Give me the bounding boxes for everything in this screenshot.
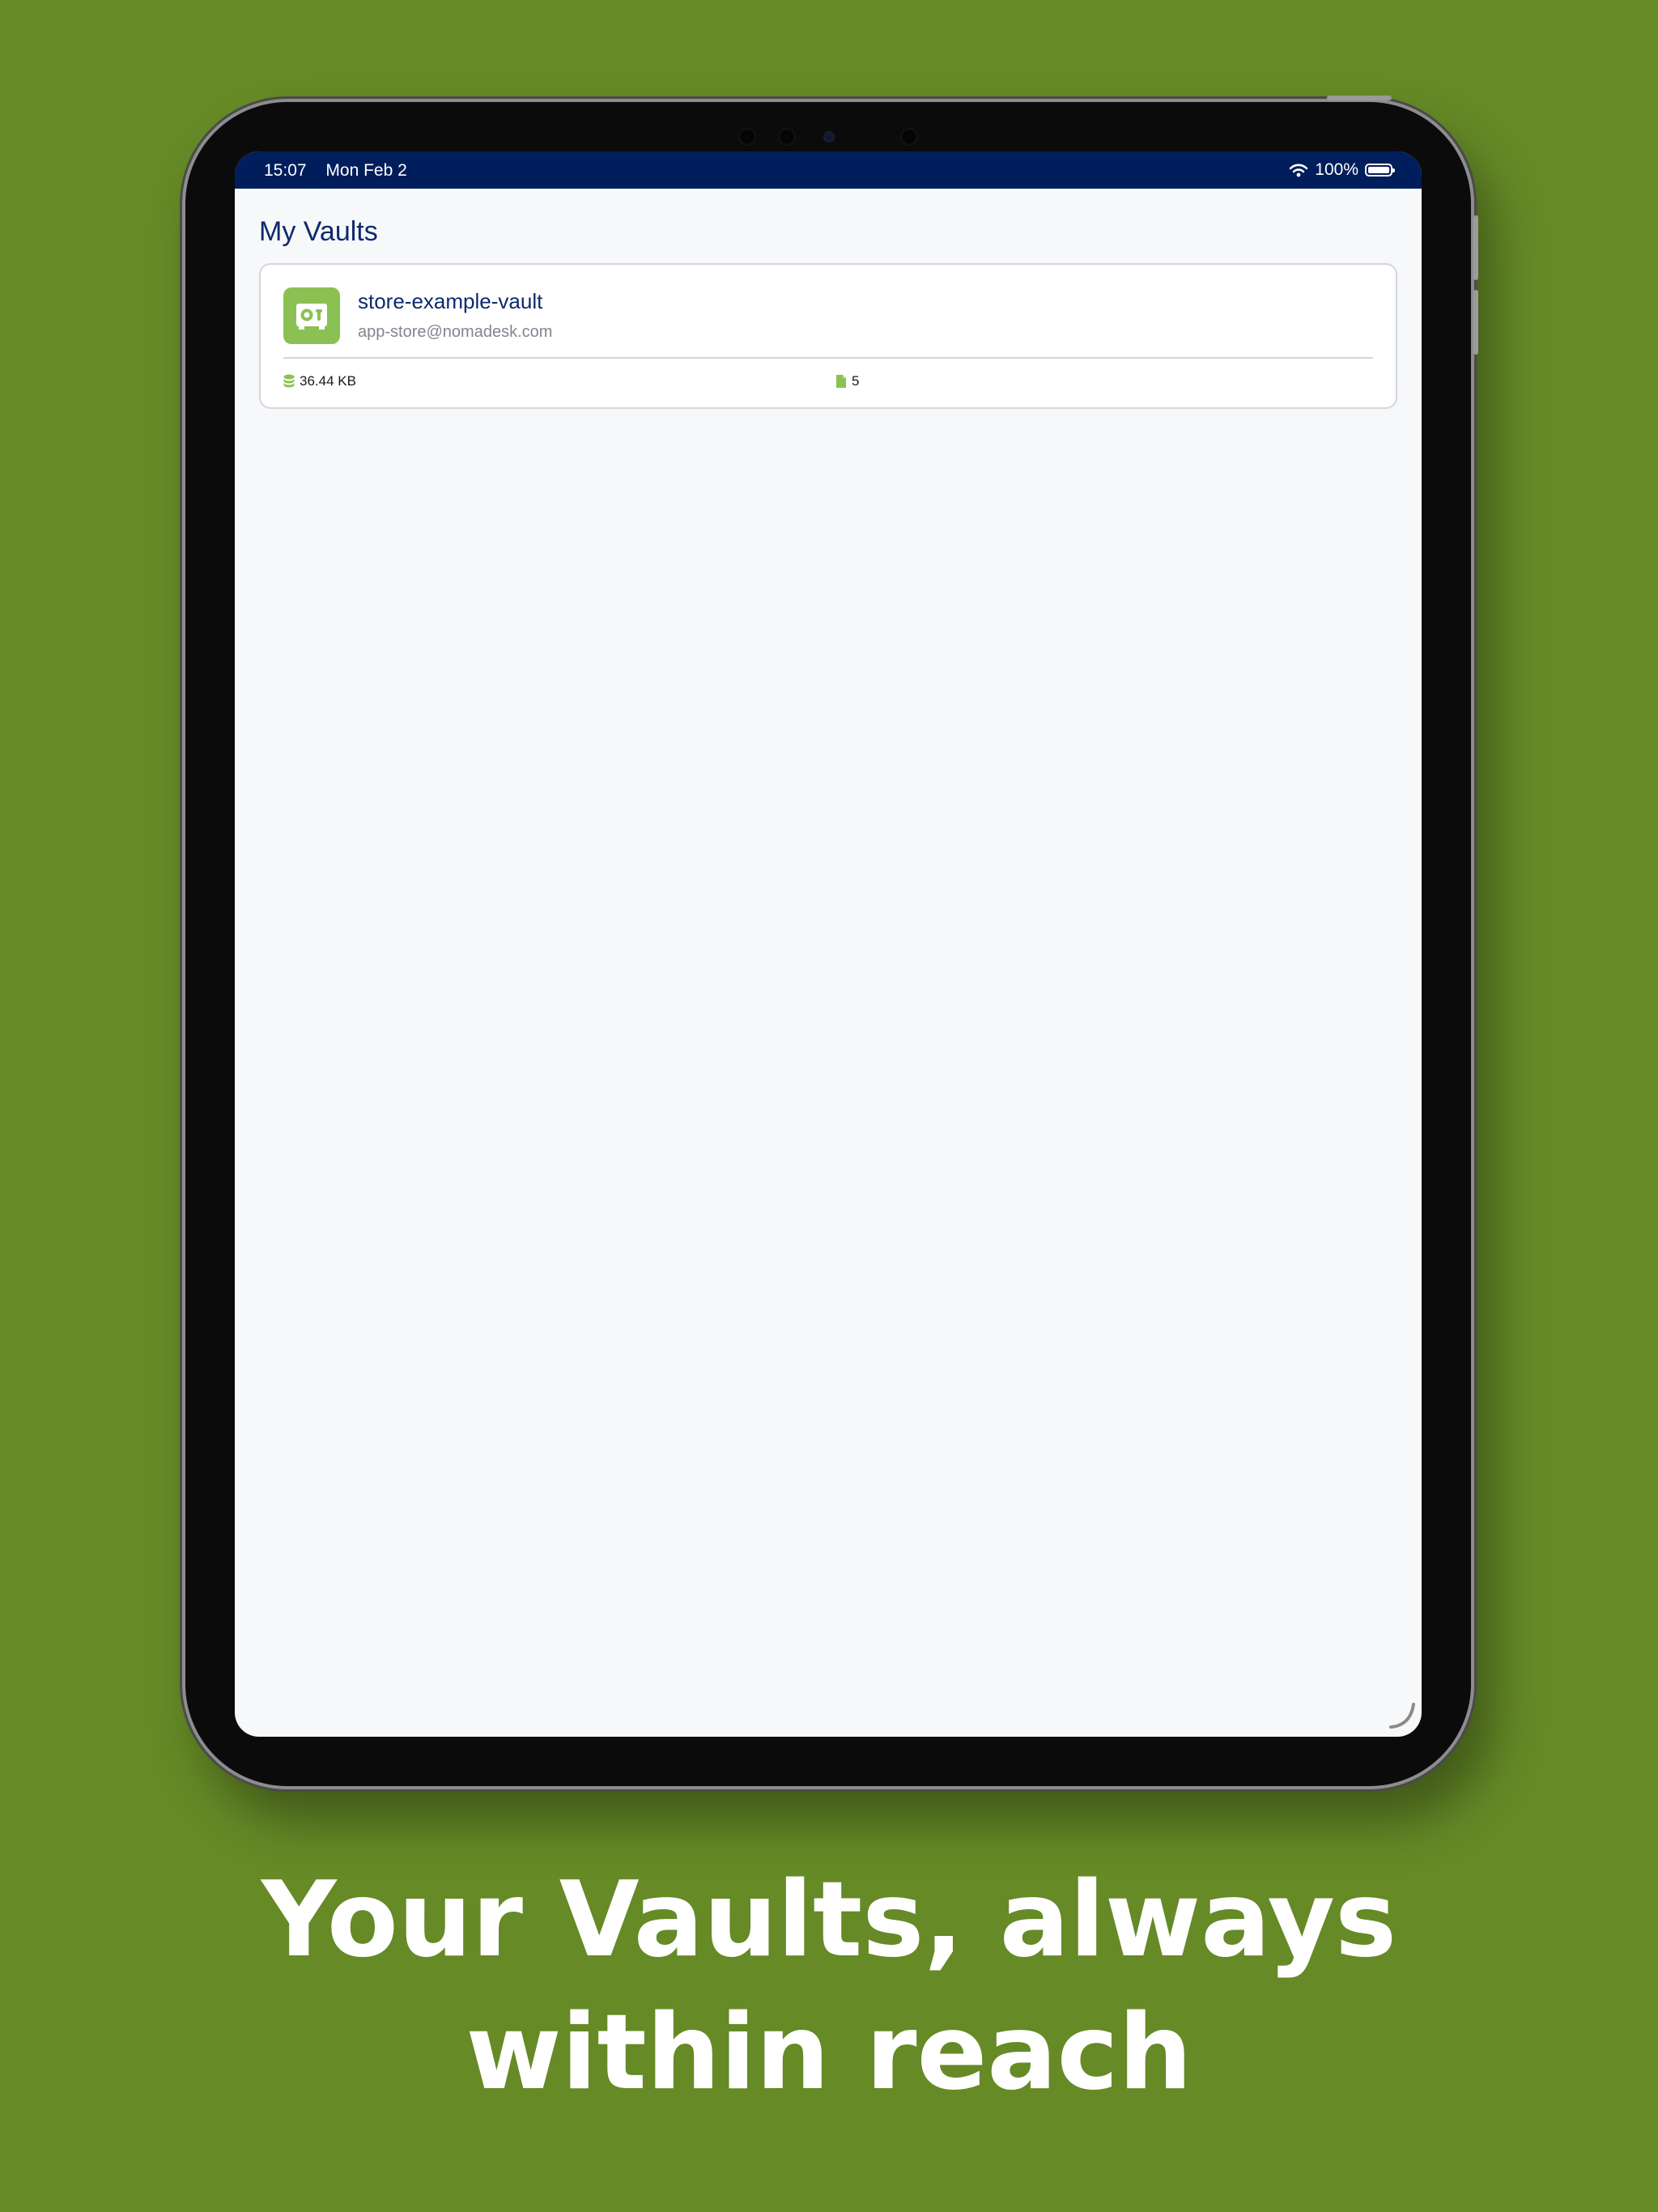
vault-files-stat: 5 [835,373,859,389]
headline-line-2: within reach [466,1993,1192,2113]
ipad-frame: 15:07 Mon Feb 2 100% My Vaults store-exa… [182,96,1478,1789]
sensor-icon [738,128,756,146]
sensor-icon [900,128,918,146]
wifi-icon [1289,164,1308,177]
database-icon [283,374,295,388]
vault-safe-icon [283,287,340,344]
battery-percent: 100% [1315,160,1358,179]
file-icon [836,375,846,388]
camera-housing [185,125,1471,149]
marketing-headline: Your Vaults, always within reach [0,1854,1658,2120]
vault-card[interactable]: store-example-vault app-store@nomadesk.c… [259,263,1397,409]
status-date: Mon Feb 2 [325,161,407,180]
vault-email: app-store@nomadesk.com [358,323,553,341]
resize-grip-icon[interactable] [1388,1701,1417,1730]
volume-up-button [1473,215,1478,280]
vault-size: 36.44 KB [300,373,356,389]
sensor-icon [778,128,796,146]
card-divider [283,357,1373,359]
status-left: 15:07 Mon Feb 2 [264,161,422,181]
camera-icon [823,131,835,143]
battery-icon [1365,164,1395,177]
vault-name: store-example-vault [358,289,543,313]
top-button [1327,96,1392,100]
status-bar: 15:07 Mon Feb 2 100% [235,151,1422,189]
app-screen: 15:07 Mon Feb 2 100% My Vaults store-exa… [235,151,1422,1737]
volume-down-button [1473,290,1478,355]
page-title: My Vaults [259,216,378,247]
vault-file-count: 5 [852,373,860,389]
vault-size-stat: 36.44 KB [283,373,356,389]
status-right: 100% [1289,160,1395,180]
status-time: 15:07 [264,161,307,180]
headline-line-1: Your Vaults, always [261,1860,1397,1980]
